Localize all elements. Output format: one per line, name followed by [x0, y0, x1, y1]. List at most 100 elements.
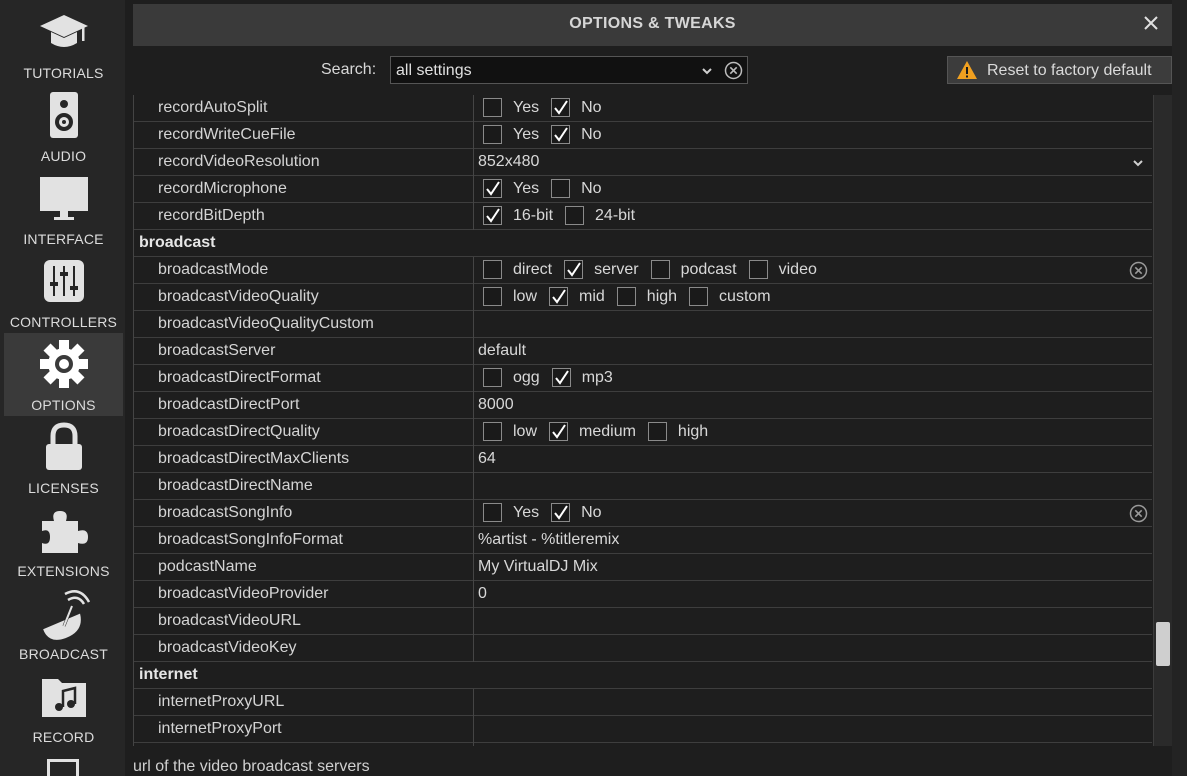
music-folder-icon	[42, 679, 86, 717]
option-16-bit[interactable]: 16-bit	[483, 206, 553, 225]
sidebar-item-licenses[interactable]: LICENSES	[4, 416, 123, 499]
checked-checkbox[interactable]	[549, 422, 569, 441]
checkbox[interactable]	[689, 287, 709, 306]
checked-checkbox[interactable]	[483, 179, 502, 198]
option-no[interactable]: No	[551, 98, 602, 117]
checkbox[interactable]	[483, 368, 502, 387]
setting-row[interactable]: broadcastDirectPort 8000	[134, 392, 1152, 419]
checkbox[interactable]	[483, 503, 502, 522]
setting-value[interactable]: 852x480	[478, 153, 539, 171]
option-low[interactable]: low	[483, 287, 537, 306]
setting-row[interactable]: broadcastVideoKey	[134, 635, 1152, 662]
setting-row[interactable]: broadcastServer default	[134, 338, 1152, 365]
option-server[interactable]: server	[564, 260, 639, 279]
reset-setting-icon[interactable]	[1129, 504, 1148, 523]
option-no[interactable]: No	[551, 125, 602, 144]
checked-checkbox[interactable]	[549, 287, 569, 306]
option-24-bit[interactable]: 24-bit	[565, 206, 635, 225]
checkbox[interactable]	[483, 422, 502, 441]
checked-checkbox[interactable]	[551, 125, 571, 144]
reset-setting-icon[interactable]	[1129, 261, 1148, 280]
sidebar: TUTORIALS AUDIO INTERFACE CONTROLLERS OPTION…	[0, 0, 125, 776]
setting-name: broadcastDirectName	[158, 477, 313, 494]
checkbox[interactable]	[551, 179, 571, 198]
setting-row[interactable]: broadcastDirectQuality low medium high	[134, 419, 1152, 446]
search-dropdown[interactable]: all settings	[390, 56, 748, 84]
option-direct[interactable]: direct	[483, 260, 552, 279]
setting-row[interactable]: broadcastSongInfo Yes No	[134, 500, 1152, 527]
setting-row[interactable]: broadcastDirectName	[134, 473, 1152, 500]
checked-checkbox[interactable]	[551, 368, 571, 387]
checked-checkbox[interactable]	[551, 503, 571, 522]
setting-row[interactable]: recordVideoResolution 852x480	[134, 149, 1152, 176]
setting-row[interactable]: internetProxyURL	[134, 689, 1152, 716]
sidebar-item-options[interactable]: OPTIONS	[4, 333, 123, 416]
chevron-down-icon[interactable]	[1131, 156, 1145, 170]
setting-row[interactable]: podcastName My VirtualDJ Mix	[134, 554, 1152, 581]
checked-checkbox[interactable]	[551, 98, 571, 117]
chevron-down-icon[interactable]	[700, 64, 714, 78]
option-high[interactable]: high	[616, 287, 677, 306]
setting-row[interactable]: recordBitDepth 16-bit 24-bit	[134, 203, 1152, 230]
option-ogg[interactable]: ogg	[483, 368, 540, 387]
setting-row[interactable]: broadcastVideoProvider 0	[134, 581, 1152, 608]
checkbox[interactable]	[483, 98, 502, 117]
column-divider	[473, 338, 474, 365]
checked-checkbox[interactable]	[564, 260, 584, 279]
setting-name: internetProxyURL	[158, 693, 285, 710]
checkbox[interactable]	[616, 287, 636, 306]
sidebar-item-record[interactable]: RECORD	[4, 665, 123, 748]
checkbox[interactable]	[483, 125, 502, 144]
option-yes[interactable]: Yes	[483, 98, 539, 117]
setting-row[interactable]: broadcastVideoURL	[134, 608, 1152, 635]
setting-value[interactable]: 0	[478, 585, 487, 603]
option-podcast[interactable]: podcast	[650, 260, 737, 279]
setting-value[interactable]: 64	[478, 450, 496, 468]
option-medium[interactable]: medium	[549, 422, 636, 441]
reset-factory-default-button[interactable]: Reset to factory default	[947, 56, 1172, 84]
setting-row[interactable]: recordWriteCueFile Yes No	[134, 122, 1152, 149]
checkbox[interactable]	[483, 260, 502, 279]
sidebar-item-broadcast[interactable]: BROADCAST	[4, 582, 123, 665]
option-mid[interactable]: mid	[549, 287, 605, 306]
option-yes[interactable]: Yes	[483, 179, 539, 198]
scrollbar[interactable]	[1153, 95, 1172, 746]
setting-row[interactable]: broadcastMode direct server podcast video	[134, 257, 1152, 284]
option-low[interactable]: low	[483, 422, 537, 441]
close-icon[interactable]	[1140, 12, 1162, 34]
checkbox[interactable]	[650, 260, 670, 279]
option-yes[interactable]: Yes	[483, 125, 539, 144]
sidebar-item-extensions[interactable]: EXTENSIONS	[4, 499, 123, 582]
option-yes[interactable]: Yes	[483, 503, 539, 522]
setting-row[interactable]: recordMicrophone Yes No	[134, 176, 1152, 203]
setting-row[interactable]: broadcastVideoQuality low mid high custom	[134, 284, 1152, 311]
checked-checkbox[interactable]	[483, 206, 502, 225]
setting-value[interactable]: default	[478, 342, 526, 360]
option-custom[interactable]: custom	[689, 287, 771, 306]
checkbox[interactable]	[483, 287, 502, 306]
setting-row[interactable]: recordAutoSplit Yes No	[134, 95, 1152, 122]
sidebar-item-controllers[interactable]: CONTROLLERS	[4, 250, 123, 333]
checkbox[interactable]	[647, 422, 667, 441]
setting-row[interactable]: broadcastSongInfoFormat %artist - %titler…	[134, 527, 1152, 554]
sidebar-item-audio[interactable]: AUDIO	[4, 84, 123, 167]
setting-value[interactable]: %artist - %titleremix	[478, 531, 619, 549]
setting-row[interactable]: internetProxyPort	[134, 716, 1152, 743]
option-no[interactable]: No	[551, 503, 602, 522]
sidebar-item-tutorials[interactable]: TUTORIALS	[4, 1, 123, 84]
setting-row[interactable]: broadcastDirectMaxClients 64	[134, 446, 1152, 473]
option-mp3[interactable]: mp3	[551, 368, 613, 387]
setting-row[interactable]: broadcastVideoQualityCustom	[134, 311, 1152, 338]
checkbox[interactable]	[565, 206, 585, 225]
column-divider	[473, 446, 474, 473]
option-high[interactable]: high	[647, 422, 708, 441]
sidebar-item-interface[interactable]: INTERFACE	[4, 167, 123, 250]
setting-value[interactable]: 8000	[478, 396, 514, 414]
option-no[interactable]: No	[551, 179, 602, 198]
scrollbar-thumb[interactable]	[1156, 622, 1170, 666]
option-video[interactable]: video	[748, 260, 817, 279]
setting-row[interactable]: broadcastDirectFormat ogg mp3	[134, 365, 1152, 392]
checkbox[interactable]	[748, 260, 768, 279]
setting-value[interactable]: My VirtualDJ Mix	[478, 558, 598, 576]
clear-search-icon[interactable]	[724, 61, 743, 80]
